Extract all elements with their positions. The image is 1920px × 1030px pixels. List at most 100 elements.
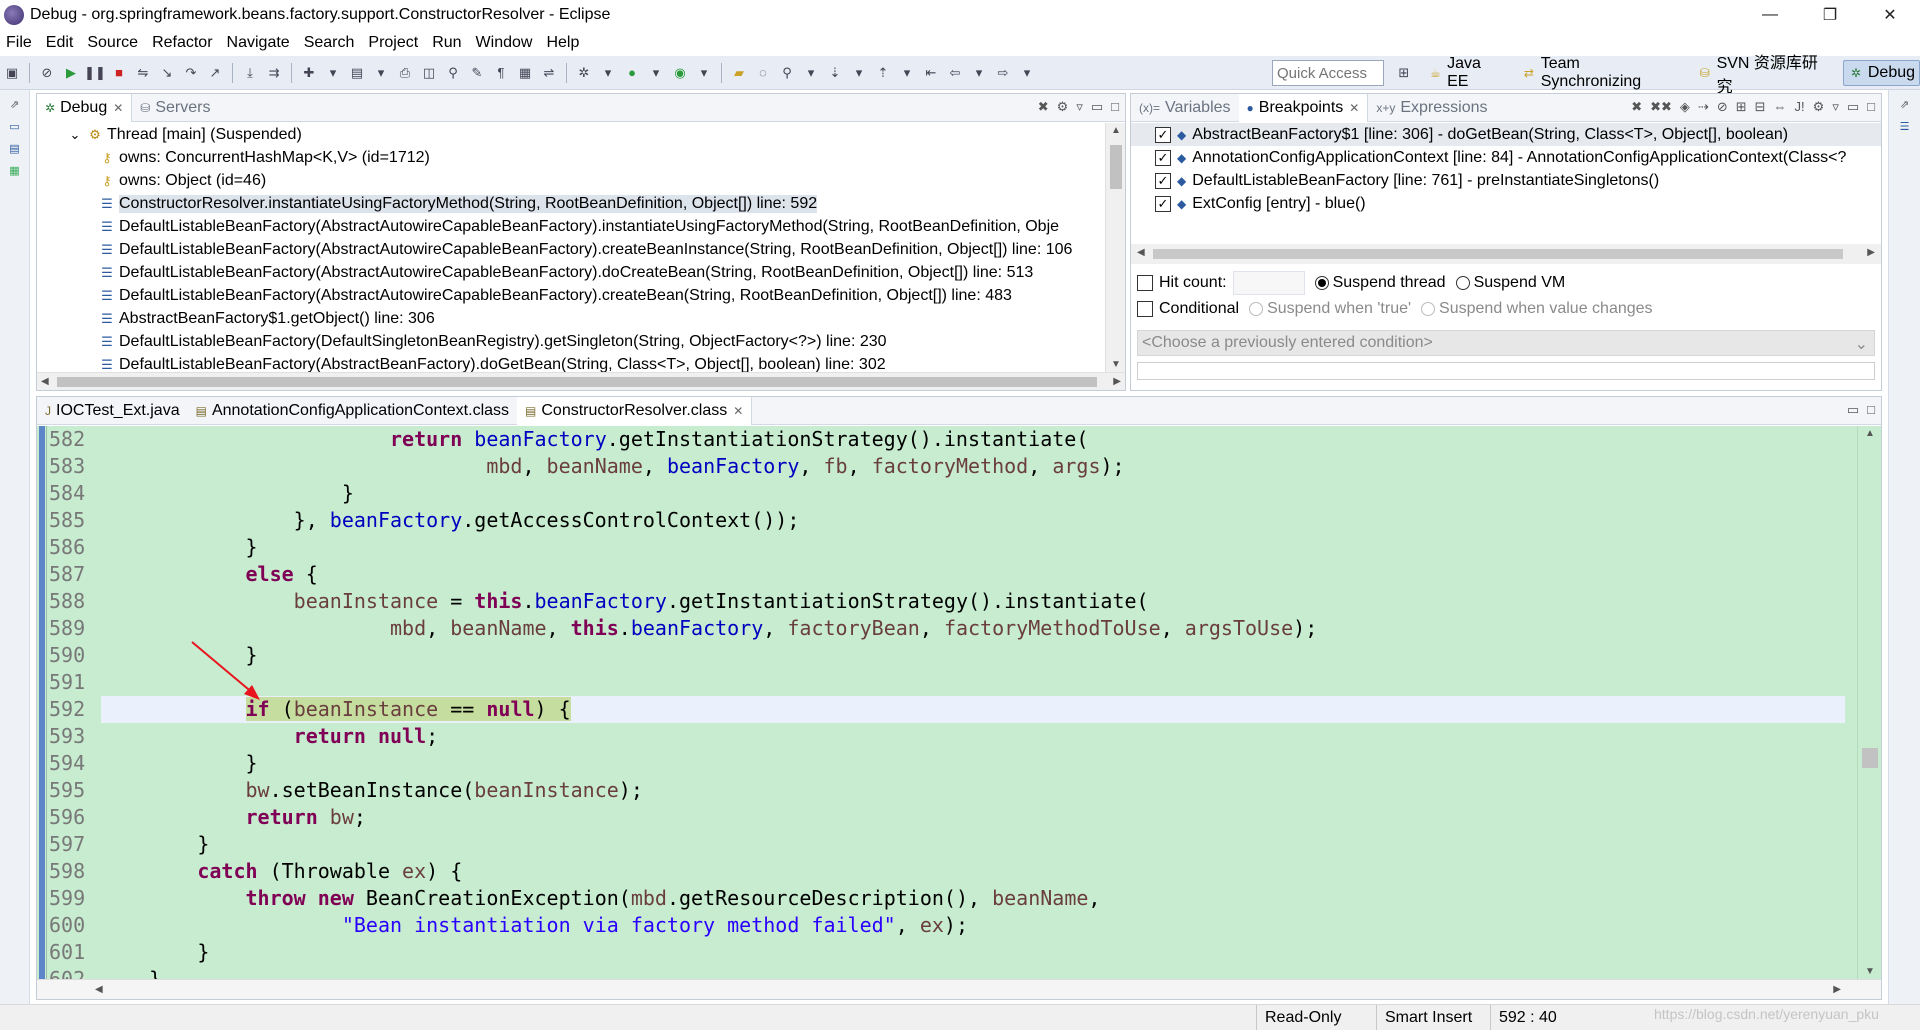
- hit-count-input[interactable]: [1232, 271, 1305, 295]
- restore-icon[interactable]: ⇗: [1897, 96, 1913, 112]
- toggle-breakpoint-icon[interactable]: ⚲: [444, 64, 462, 82]
- suspend-thread-radio[interactable]: [1314, 276, 1329, 290]
- code-line[interactable]: }, beanFactory.getAccessControlContext()…: [101, 507, 1845, 534]
- code-line[interactable]: }: [101, 939, 1845, 966]
- tab-constructor-resolver[interactable]: ▤ ConstructorResolver.class ✕: [517, 396, 753, 425]
- code-line[interactable]: mbd, beanName, beanFactory, fb, factoryM…: [101, 453, 1845, 480]
- source-code[interactable]: return beanFactory.getInstantiationStrat…: [101, 426, 1845, 979]
- terminate-icon[interactable]: ■: [110, 64, 128, 82]
- new-icon[interactable]: ✚: [300, 64, 318, 82]
- suspend-when-changes-radio[interactable]: [1421, 302, 1436, 316]
- breakpoint-item[interactable]: ✓ ◆ AnnotationConfigApplicationContext […: [1131, 146, 1881, 169]
- menu-window[interactable]: Window: [476, 34, 533, 52]
- dropdown-arrow-icon[interactable]: ▾: [1018, 64, 1036, 82]
- dropdown-arrow-icon[interactable]: ▾: [850, 64, 868, 82]
- search-icon[interactable]: ⚲: [778, 64, 796, 82]
- conditional-checkbox[interactable]: [1137, 301, 1153, 317]
- scroll-thumb[interactable]: [1153, 249, 1843, 259]
- toggle-word-wrap-icon[interactable]: ⇌: [540, 64, 558, 82]
- scroll-down-icon[interactable]: ▼: [1865, 966, 1875, 977]
- stack-frame-selected[interactable]: ☰ ConstructorResolver.instantiateUsingFa…: [37, 192, 1103, 215]
- drop-to-frame-icon[interactable]: ⤓: [241, 64, 259, 82]
- tab-debug[interactable]: ✲ Debug ✕: [37, 93, 133, 122]
- menu-search[interactable]: Search: [304, 34, 355, 52]
- code-line[interactable]: [101, 669, 1845, 696]
- code-line[interactable]: }: [101, 750, 1845, 777]
- stack-frame[interactable]: ☰ DefaultListableBeanFactory(AbstractAut…: [37, 215, 1103, 238]
- resume-icon[interactable]: ▶: [62, 64, 80, 82]
- maximize-icon[interactable]: □: [1111, 99, 1119, 115]
- tab-variables[interactable]: (x)= Variables: [1131, 94, 1239, 122]
- suspend-icon[interactable]: ❚❚: [84, 64, 106, 82]
- code-line[interactable]: throw new BeanCreationException(mbd.getR…: [101, 885, 1845, 912]
- thread-node[interactable]: ⌄ ⚙ Thread [main] (Suspended): [37, 123, 1103, 146]
- menu-navigate[interactable]: Navigate: [227, 34, 290, 52]
- breakpoint-checkbox[interactable]: ✓: [1155, 172, 1171, 189]
- code-line[interactable]: }: [101, 642, 1845, 669]
- open-folder-icon[interactable]: ▰: [730, 64, 748, 82]
- quick-access-input[interactable]: [1272, 60, 1384, 86]
- editor-horizontal-scrollbar[interactable]: ◀ ▶: [37, 979, 1881, 999]
- view-menu-icon[interactable]: ⚙: [1057, 99, 1069, 115]
- dropdown-arrow-icon[interactable]: ▾: [647, 64, 665, 82]
- perspective-team-synchronizing[interactable]: ⇄ Team Synchronizing: [1517, 52, 1685, 94]
- code-line[interactable]: if (beanInstance == null) {: [101, 696, 1845, 723]
- perspective-debug[interactable]: ✲ Debug: [1842, 60, 1920, 86]
- menu-run[interactable]: Run: [432, 34, 461, 52]
- perspective-java-ee[interactable]: ☕ Java EE: [1424, 52, 1510, 94]
- step-return-icon[interactable]: ↗: [206, 64, 224, 82]
- monitor-item[interactable]: ⚷ owns: Object (id=46): [37, 169, 1103, 192]
- close-icon[interactable]: ✕: [733, 404, 743, 418]
- stack-frame[interactable]: ☰ DefaultListableBeanFactory(AbstractAut…: [37, 284, 1103, 307]
- code-line[interactable]: return null;: [101, 723, 1845, 750]
- problems-icon[interactable]: ▦: [7, 162, 23, 178]
- new-server-icon[interactable]: ▤: [348, 64, 366, 82]
- menu-project[interactable]: Project: [368, 34, 418, 52]
- code-line[interactable]: "Bean instantiation via factory method f…: [101, 912, 1845, 939]
- back-icon[interactable]: ⇦: [946, 64, 964, 82]
- code-line[interactable]: return beanFactory.getInstantiationStrat…: [101, 426, 1845, 453]
- suspend-vm-radio[interactable]: [1455, 276, 1470, 290]
- link-with-debug-view-icon[interactable]: ⇔: [1774, 99, 1787, 115]
- code-line[interactable]: mbd, beanName, this.beanFactory, factory…: [101, 615, 1845, 642]
- menu-file[interactable]: File: [6, 34, 32, 52]
- forward-icon[interactable]: ⇨: [994, 64, 1012, 82]
- minimize-button[interactable]: —: [1740, 0, 1800, 30]
- code-line[interactable]: else {: [101, 561, 1845, 588]
- go-to-file-icon[interactable]: ⇢: [1698, 99, 1709, 115]
- collapse-all-icon[interactable]: ⊟: [1755, 99, 1766, 115]
- run-icon[interactable]: ●: [623, 64, 641, 82]
- expand-all-icon[interactable]: ⊞: [1736, 99, 1747, 115]
- dropdown-arrow-icon[interactable]: ▾: [695, 64, 713, 82]
- disconnect-icon[interactable]: ⇋: [134, 64, 152, 82]
- stack-frame[interactable]: ☰ DefaultListableBeanFactory(AbstractAut…: [37, 261, 1103, 284]
- maximize-button[interactable]: ❐: [1800, 0, 1860, 30]
- next-annotation-icon[interactable]: ⇣: [826, 64, 844, 82]
- code-line[interactable]: beanInstance = this.beanFactory.getInsta…: [101, 588, 1845, 615]
- perspective-svn[interactable]: ⛁ SVN 资源库研究: [1693, 46, 1835, 100]
- skip-breakpoints-icon[interactable]: ⊘: [1717, 99, 1728, 115]
- restore-icon[interactable]: ⇗: [7, 96, 23, 112]
- open-type-icon[interactable]: ◫: [420, 64, 438, 82]
- remove-breakpoint-icon[interactable]: ✖: [1631, 99, 1642, 115]
- skip-breakpoints-icon[interactable]: ⊘: [38, 64, 56, 82]
- dropdown-arrow-icon[interactable]: ▾: [599, 64, 617, 82]
- debug-vertical-scrollbar[interactable]: ▲ ▼: [1105, 123, 1125, 372]
- breakpoint-checkbox[interactable]: ✓: [1155, 149, 1171, 166]
- code-line[interactable]: }: [101, 831, 1845, 858]
- stack-frame[interactable]: ☰ DefaultListableBeanFactory(DefaultSing…: [37, 330, 1103, 353]
- close-icon[interactable]: ✕: [1349, 101, 1359, 115]
- tab-annotation-config[interactable]: ▤ AnnotationConfigApplicationContext.cla…: [188, 397, 517, 425]
- print-icon[interactable]: ⎙: [396, 64, 414, 82]
- debug-icon[interactable]: ✲: [575, 64, 593, 82]
- editor-text-area[interactable]: 582 583 584 585 586 587 588 589 590 591 592 593 594 5…: [37, 426, 1881, 979]
- code-line[interactable]: return bw;: [101, 804, 1845, 831]
- close-icon[interactable]: ✕: [113, 101, 123, 115]
- scroll-up-icon[interactable]: ▲: [1865, 428, 1875, 439]
- tab-expressions[interactable]: x+y Expressions: [1368, 94, 1495, 122]
- breakpoint-item[interactable]: ✓ ◆ ExtConfig [entry] - blue(): [1131, 192, 1881, 215]
- stack-frame[interactable]: ☰ DefaultListableBeanFactory(AbstractAut…: [37, 238, 1103, 261]
- view-menu-icon[interactable]: ⚙: [1813, 99, 1825, 115]
- code-line[interactable]: bw.setBeanInstance(beanInstance);: [101, 777, 1845, 804]
- outline-icon[interactable]: ☰: [1897, 118, 1913, 134]
